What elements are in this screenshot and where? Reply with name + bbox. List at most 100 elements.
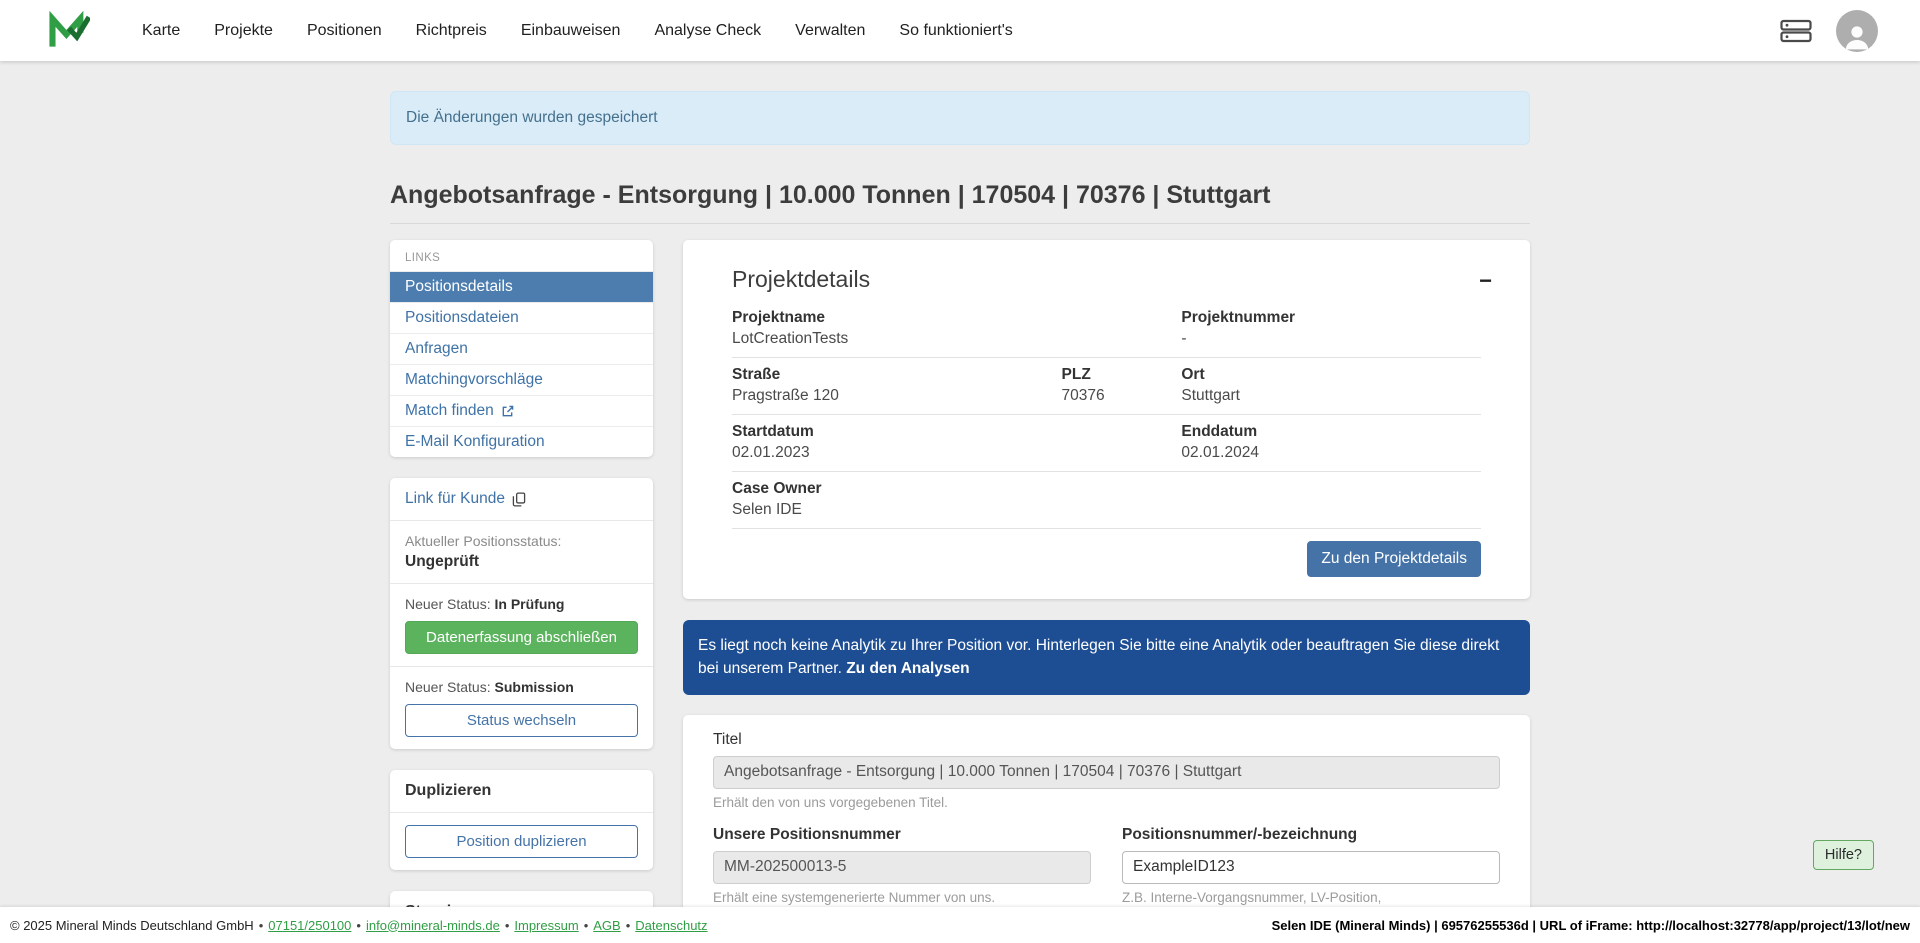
nav-item-einbauweisen[interactable]: Einbauweisen xyxy=(521,22,621,40)
field-label: Case Owner xyxy=(732,480,1481,498)
nav-item-karte[interactable]: Karte xyxy=(142,22,180,40)
field-enddatum: Enddatum 02.01.2024 xyxy=(1181,423,1481,462)
copy-icon xyxy=(512,492,526,507)
top-navbar: Karte Projekte Positionen Richtpreis Ein… xyxy=(0,0,1920,61)
switch-status-button[interactable]: Status wechseln xyxy=(405,704,638,737)
nav-item-richtpreis[interactable]: Richtpreis xyxy=(416,22,487,40)
field-label: Projektname xyxy=(732,309,1181,327)
sidebar-links-card: LINKS Positionsdetails Positionsdateien … xyxy=(390,240,653,457)
server-stack-icon[interactable] xyxy=(1780,19,1812,43)
field-value: Stuttgart xyxy=(1181,387,1481,405)
footer-link-impressum[interactable]: Impressum xyxy=(514,918,578,933)
field-value: 70376 xyxy=(1062,387,1182,405)
footer-link-email[interactable]: info@mineral-minds.de xyxy=(366,918,500,933)
app-viewport: Karte Projekte Positionen Richtpreis Ein… xyxy=(0,0,1920,943)
field-label: Startdatum xyxy=(732,423,1181,441)
external-link-icon xyxy=(501,405,514,418)
field-ort: Ort Stuttgart xyxy=(1181,366,1481,405)
collapse-card-button[interactable]: − xyxy=(1479,270,1492,292)
duplicate-position-label: Position duplizieren xyxy=(456,833,586,850)
sidebar-item-label: Match finden xyxy=(405,402,494,420)
nav-item-analyse-check[interactable]: Analyse Check xyxy=(654,22,761,40)
sidebar-item-label: Positionsdetails xyxy=(405,278,513,296)
detail-row: Projektname LotCreationTests Projektnumm… xyxy=(732,301,1481,358)
custom-number-input[interactable] xyxy=(1122,851,1500,884)
titel-label: Titel xyxy=(713,731,1500,749)
sidebar: LINKS Positionsdetails Positionsdateien … xyxy=(390,240,653,943)
customer-link-section: Link für Kunde xyxy=(390,478,653,520)
footer-link-agb[interactable]: AGB xyxy=(593,918,620,933)
project-details-card: Projektdetails − Projektname LotCreation… xyxy=(683,240,1530,599)
main-nav: Karte Projekte Positionen Richtpreis Ein… xyxy=(142,22,1013,40)
project-details-actions: Zu den Projektdetails xyxy=(732,541,1481,577)
sidebar-item-anfragen[interactable]: Anfragen xyxy=(390,333,653,364)
sidebar-item-label: Positionsdateien xyxy=(405,309,519,327)
links-header: LINKS xyxy=(390,240,653,271)
content-columns: LINKS Positionsdetails Positionsdateien … xyxy=(390,240,1530,943)
field-label: Ort xyxy=(1181,366,1481,384)
switch-status-label: Status wechseln xyxy=(467,712,576,729)
detail-row: Case Owner Selen IDE xyxy=(732,472,1481,529)
go-to-project-details-button[interactable]: Zu den Projektdetails xyxy=(1307,541,1481,577)
current-status-section: Aktueller Positionsstatus: Ungeprüft xyxy=(390,520,653,583)
detail-row: Startdatum 02.01.2023 Enddatum 02.01.202… xyxy=(732,415,1481,472)
field-label: PLZ xyxy=(1062,366,1182,384)
saved-alert: Die Änderungen wurden gespeichert xyxy=(390,91,1530,145)
field-plz: PLZ 70376 xyxy=(1062,366,1182,405)
number-fields-row: Unsere Positionsnummer Erhält eine syste… xyxy=(713,826,1500,920)
duplicate-card-title: Duplizieren xyxy=(405,782,638,800)
person-icon xyxy=(1841,20,1873,52)
current-status-value: Ungeprüft xyxy=(405,553,638,571)
separator-dot: • xyxy=(356,918,361,933)
footer-link-phone[interactable]: 07151/250100 xyxy=(268,918,351,933)
customer-link-label: Link für Kunde xyxy=(405,490,505,508)
field-value: LotCreationTests xyxy=(732,330,1181,348)
saved-alert-text: Die Änderungen wurden gespeichert xyxy=(406,109,658,126)
field-label: Enddatum xyxy=(1181,423,1481,441)
footer-left: © 2025 Mineral Minds Deutschland GmbH • … xyxy=(10,918,708,933)
session-info: Selen IDE (Mineral Minds) | 69576255536d… xyxy=(1272,918,1910,933)
sidebar-item-positionsdateien[interactable]: Positionsdateien xyxy=(390,302,653,333)
next-status-value: Submission xyxy=(495,679,574,695)
sidebar-item-label: Matchingvorschläge xyxy=(405,371,543,389)
help-button[interactable]: Hilfe? xyxy=(1813,840,1874,870)
duplicate-card: Duplizieren Position duplizieren xyxy=(390,770,653,870)
help-button-label: Hilfe? xyxy=(1825,847,1862,863)
analytics-link[interactable]: Zu den Analysen xyxy=(846,660,969,677)
nav-item-verwalten[interactable]: Verwalten xyxy=(795,22,865,40)
field-value: Pragstraße 120 xyxy=(732,387,1062,405)
our-number-field: Unsere Positionsnummer Erhält eine syste… xyxy=(713,826,1091,920)
duplicate-button-section: Position duplizieren xyxy=(390,812,653,870)
separator-dot: • xyxy=(626,918,631,933)
titel-helper: Erhält den von uns vorgegebenen Titel. xyxy=(713,795,1500,810)
titel-input xyxy=(713,756,1500,789)
detail-row: Straße Pragstraße 120 PLZ 70376 Ort Stut… xyxy=(732,358,1481,415)
nav-item-positionen[interactable]: Positionen xyxy=(307,22,382,40)
field-value: Selen IDE xyxy=(732,501,1481,519)
complete-data-entry-button[interactable]: Datenerfassung abschließen xyxy=(405,621,638,654)
brand-logo-icon[interactable] xyxy=(48,9,92,53)
customer-link[interactable]: Link für Kunde xyxy=(405,490,526,508)
separator-dot: • xyxy=(584,918,589,933)
footer: © 2025 Mineral Minds Deutschland GmbH • … xyxy=(0,907,1920,943)
footer-link-datenschutz[interactable]: Datenschutz xyxy=(635,918,707,933)
sidebar-item-matchingvorschlaege[interactable]: Matchingvorschläge xyxy=(390,364,653,395)
sidebar-item-match-finden[interactable]: Match finden xyxy=(390,395,653,426)
nav-item-projekte[interactable]: Projekte xyxy=(214,22,273,40)
field-label: Straße xyxy=(732,366,1062,384)
custom-number-label: Positionsnummer/-bezeichnung xyxy=(1122,826,1500,844)
sidebar-item-positionsdetails[interactable]: Positionsdetails xyxy=(390,271,653,302)
field-projektnummer: Projektnummer - xyxy=(1181,309,1481,348)
duplicate-position-button[interactable]: Position duplizieren xyxy=(405,825,638,858)
page-title: Angebotsanfrage - Entsorgung | 10.000 To… xyxy=(390,181,1530,210)
title-divider xyxy=(390,223,1530,224)
field-value: - xyxy=(1181,330,1481,348)
custom-number-field: Positionsnummer/-bezeichnung Z.B. Intern… xyxy=(1122,826,1500,920)
current-status-label: Aktueller Positionsstatus: xyxy=(405,533,638,549)
user-avatar[interactable] xyxy=(1836,10,1878,52)
project-details-title: Projektdetails xyxy=(732,266,1481,293)
sidebar-item-email-konfiguration[interactable]: E-Mail Konfiguration xyxy=(390,426,653,457)
analytics-banner-text: Es liegt noch keine Analytik zu Ihrer Po… xyxy=(698,637,1499,677)
analytics-banner: Es liegt noch keine Analytik zu Ihrer Po… xyxy=(683,620,1530,695)
nav-item-so-funktionierts[interactable]: So funktioniert's xyxy=(899,22,1012,40)
